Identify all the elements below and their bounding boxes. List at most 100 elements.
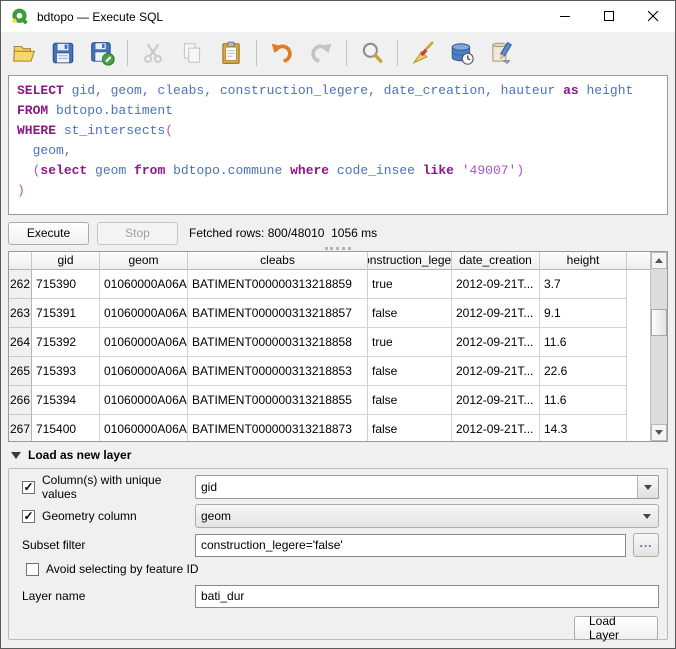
unique-values-label[interactable]: Column(s) with unique values — [42, 473, 195, 501]
table-cell-cleabs[interactable]: BATIMENT000000313218855 — [188, 386, 368, 415]
redo-icon — [308, 40, 334, 66]
close-button[interactable] — [631, 1, 675, 32]
table-cell-height[interactable]: 22.6 — [540, 357, 627, 386]
clear-query-button[interactable] — [406, 37, 440, 69]
open-query-button[interactable] — [7, 37, 41, 69]
table-cell-geom[interactable]: 01060000A06A0... — [100, 386, 188, 415]
minimize-button[interactable] — [543, 1, 587, 32]
splitter-handle[interactable] — [325, 247, 351, 250]
save-query-button[interactable] — [46, 37, 80, 69]
load-layer-button[interactable]: Load Layer — [574, 616, 658, 640]
row-number-cell[interactable]: 266 — [9, 386, 32, 415]
subset-filter-browse-button[interactable]: ... — [633, 533, 659, 557]
sql-editor[interactable]: SELECT gid, geom, cleabs, construction_l… — [8, 75, 668, 215]
row-number-cell[interactable]: 262 — [9, 270, 32, 299]
table-cell-date_creation[interactable]: 2012-09-21T... — [452, 270, 540, 299]
table-row: 26271539001060000A06A0...BATIMENT0000003… — [9, 270, 650, 299]
sql-line: FROM bdtopo.batiment — [17, 101, 659, 121]
table-cell-cleabs[interactable]: BATIMENT000000313218857 — [188, 299, 368, 328]
create-view-button[interactable] — [484, 37, 518, 69]
stop-button: Stop — [97, 222, 178, 245]
geometry-column-combobox[interactable]: geom — [195, 504, 659, 528]
table-cell-gid[interactable]: 715394 — [32, 386, 100, 415]
column-header-construction_legere[interactable]: construction_legere — [368, 252, 452, 270]
save-query-as-button[interactable] — [85, 37, 119, 69]
load-as-new-layer-header[interactable]: Load as new layer — [1, 442, 675, 468]
execute-button[interactable]: Execute — [8, 222, 89, 245]
table-cell-geom[interactable]: 01060000A06A0... — [100, 357, 188, 386]
minimize-icon — [560, 11, 571, 22]
row-number-cell[interactable]: 267 — [9, 415, 32, 441]
table-cell-gid[interactable]: 715391 — [32, 299, 100, 328]
table-cell-height[interactable]: 11.6 — [540, 328, 627, 357]
table-cell-gid[interactable]: 715390 — [32, 270, 100, 299]
table-cell-height[interactable]: 9.1 — [540, 299, 627, 328]
row-number-cell[interactable]: 264 — [9, 328, 32, 357]
subset-filter-row: Subset filter ... — [15, 533, 659, 557]
scrollbar-thumb[interactable] — [651, 309, 667, 336]
table-cell-geom[interactable]: 01060000A06A0... — [100, 299, 188, 328]
column-header-cleabs[interactable]: cleabs — [188, 252, 368, 270]
vertical-scrollbar[interactable] — [650, 252, 667, 441]
corner-header-cell[interactable] — [9, 252, 32, 270]
table-cell-gid[interactable]: 715393 — [32, 357, 100, 386]
table-cell-geom[interactable]: 01060000A06A0... — [100, 270, 188, 299]
subset-filter-input[interactable] — [195, 534, 626, 557]
paste-button[interactable] — [214, 37, 248, 69]
table-cell-cleabs[interactable]: BATIMENT000000313218858 — [188, 328, 368, 357]
scroll-up-button[interactable] — [651, 252, 667, 269]
save-icon — [50, 40, 76, 66]
table-cell-construction_legere[interactable]: false — [368, 357, 452, 386]
unique-values-checkbox[interactable] — [22, 481, 35, 494]
scroll-down-button[interactable] — [651, 424, 667, 441]
table-cell-construction_legere[interactable]: false — [368, 415, 452, 441]
combo-dropdown-button[interactable] — [637, 476, 658, 498]
combo-dropdown-button[interactable] — [636, 514, 658, 519]
find-button[interactable] — [355, 37, 389, 69]
column-header-geom[interactable]: geom — [100, 252, 188, 270]
save-as-icon — [89, 40, 115, 66]
table-cell-height[interactable]: 3.7 — [540, 270, 627, 299]
table-cell-geom[interactable]: 01060000A06A0... — [100, 328, 188, 357]
open-folder-icon — [11, 40, 37, 66]
maximize-button[interactable] — [587, 1, 631, 32]
geometry-column-checkbox[interactable] — [22, 510, 35, 523]
query-history-button[interactable] — [445, 37, 479, 69]
table-cell-cleabs[interactable]: BATIMENT000000313218859 — [188, 270, 368, 299]
table-cell-construction_legere[interactable]: true — [368, 328, 452, 357]
table-row: 26371539101060000A06A0...BATIMENT0000003… — [9, 299, 650, 328]
table-cell-construction_legere[interactable]: false — [368, 386, 452, 415]
table-cell-height[interactable]: 11.6 — [540, 386, 627, 415]
row-number-cell[interactable]: 263 — [9, 299, 32, 328]
table-cell-date_creation[interactable]: 2012-09-21T... — [452, 386, 540, 415]
table-cell-cleabs[interactable]: BATIMENT000000313218853 — [188, 357, 368, 386]
geometry-column-label[interactable]: Geometry column — [42, 509, 137, 523]
table-cell-gid[interactable]: 715392 — [32, 328, 100, 357]
table-cell-construction_legere[interactable]: false — [368, 299, 452, 328]
avoid-feature-id-checkbox[interactable] — [26, 563, 39, 576]
toolbar-separator — [346, 40, 347, 66]
toolbar — [1, 32, 675, 73]
table-cell-construction_legere[interactable]: true — [368, 270, 452, 299]
table-cell-cleabs[interactable]: BATIMENT000000313218873 — [188, 415, 368, 441]
subset-filter-label: Subset filter — [22, 538, 85, 552]
unique-values-combobox[interactable]: gid — [195, 475, 659, 499]
table-cell-date_creation[interactable]: 2012-09-21T... — [452, 299, 540, 328]
row-number-cell[interactable]: 265 — [9, 357, 32, 386]
table-cell-date_creation[interactable]: 2012-09-21T... — [452, 357, 540, 386]
column-header-gid[interactable]: gid — [32, 252, 100, 270]
undo-button[interactable] — [265, 37, 299, 69]
section-title: Load as new layer — [28, 448, 131, 462]
table-cell-height[interactable]: 14.3 — [540, 415, 627, 441]
titlebar[interactable]: bdtopo — Execute SQL — [1, 1, 675, 32]
layer-name-input[interactable] — [195, 585, 659, 608]
avoid-feature-id-row: Avoid selecting by feature ID — [15, 562, 659, 576]
row-filler — [627, 357, 650, 386]
table-cell-gid[interactable]: 715400 — [32, 415, 100, 441]
table-cell-date_creation[interactable]: 2012-09-21T... — [452, 328, 540, 357]
column-header-date_creation[interactable]: date_creation — [452, 252, 540, 270]
avoid-feature-id-label[interactable]: Avoid selecting by feature ID — [46, 562, 199, 576]
table-cell-date_creation[interactable]: 2012-09-21T... — [452, 415, 540, 441]
table-cell-geom[interactable]: 01060000A06A0... — [100, 415, 188, 441]
column-header-height[interactable]: height — [540, 252, 627, 270]
